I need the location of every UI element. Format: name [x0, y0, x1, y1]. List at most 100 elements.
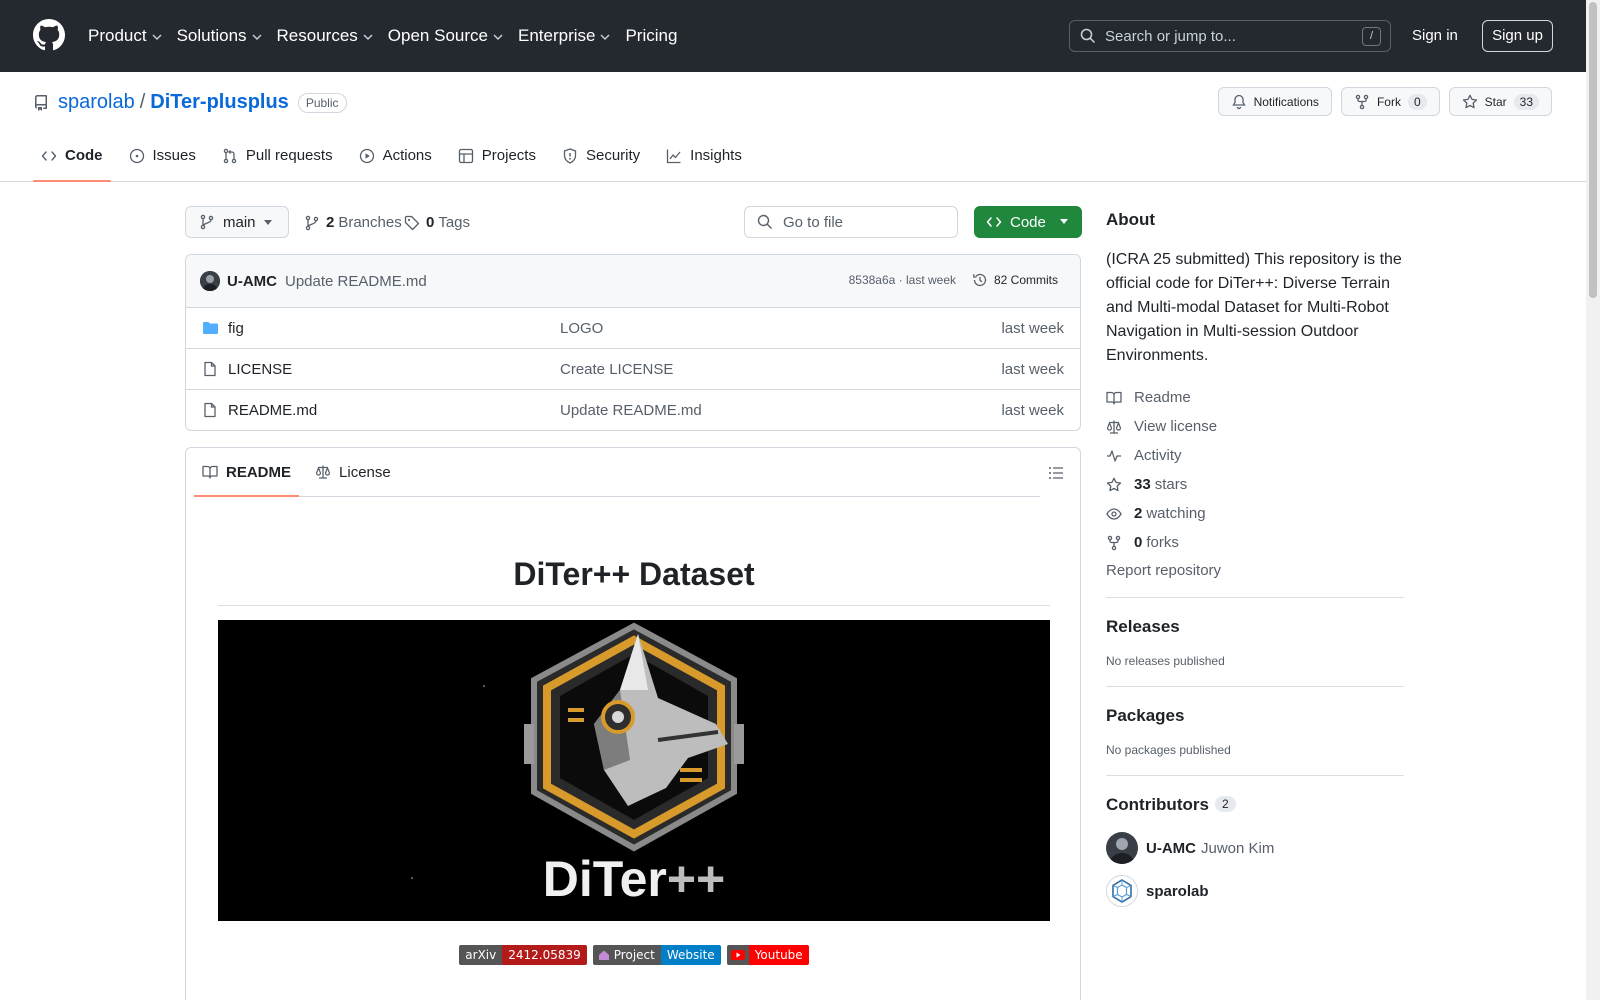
license-tab[interactable]: License: [307, 448, 399, 496]
arxiv-badge[interactable]: arXiv 2412.05839: [459, 945, 587, 965]
logo-wordmark-suffix: ++: [666, 851, 726, 907]
avatar: [1106, 832, 1138, 864]
book-icon: [1106, 391, 1122, 405]
branches-link[interactable]: 2 Branches: [304, 214, 402, 231]
graph-icon: [667, 149, 681, 164]
tab-insights[interactable]: Insights: [658, 138, 750, 182]
watching-link[interactable]: 2 watching: [1106, 499, 1404, 528]
file-name[interactable]: README.md: [228, 402, 317, 419]
star-count: 33: [1513, 93, 1539, 110]
readme-link[interactable]: Readme: [1106, 383, 1404, 412]
releases-heading[interactable]: Releases: [1106, 617, 1404, 637]
releases-section: Releases No releases published: [1106, 597, 1404, 668]
tab-label: Insights: [690, 147, 742, 164]
nav-resources[interactable]: Resources: [277, 26, 373, 46]
repo-sidebar: About (ICRA 25 submitted) This repositor…: [1106, 210, 1404, 907]
project-website-badge[interactable]: Project Website: [592, 945, 721, 965]
law-icon: [1106, 420, 1122, 434]
repo-tabs: Code Issues Pull requests Actions Projec…: [33, 138, 760, 182]
file-commit-message[interactable]: LOGO: [560, 320, 603, 337]
logo-wordmark: DiTer++: [218, 850, 1050, 908]
badge-left: arXiv: [459, 945, 503, 965]
play-icon: [359, 148, 374, 164]
file-row[interactable]: fig LOGO last week: [186, 308, 1080, 349]
watching-count: 2: [1134, 505, 1143, 522]
report-repository-link[interactable]: Report repository: [1106, 562, 1404, 579]
branch-selector[interactable]: main: [185, 206, 289, 238]
tab-security[interactable]: Security: [554, 138, 648, 182]
fork-button[interactable]: Fork 0: [1340, 87, 1440, 116]
chevron-down-icon: [600, 34, 610, 40]
tab-actions[interactable]: Actions: [351, 138, 440, 182]
sign-in-link[interactable]: Sign in: [1412, 27, 1458, 44]
code-button-label: Code: [1010, 213, 1046, 231]
scrollbar-thumb[interactable]: [1589, 2, 1597, 298]
file-row[interactable]: LICENSE Create LICENSE last week: [186, 349, 1080, 390]
stars-link[interactable]: 33 stars: [1106, 470, 1404, 499]
fork-label: Fork: [1376, 94, 1401, 109]
view-license-link[interactable]: View license: [1106, 412, 1404, 441]
go-to-file-input[interactable]: Go to file: [744, 206, 958, 238]
global-search-input[interactable]: Search or jump to... /: [1069, 20, 1391, 52]
nav-open-source[interactable]: Open Source: [388, 26, 503, 46]
badge-right: 2412.05839: [502, 945, 587, 965]
repo-title: sparolab / DiTer-plusplus Public: [33, 91, 347, 114]
contributor-item[interactable]: U-AMC Juwon Kim: [1106, 832, 1404, 864]
star-button[interactable]: Star 33: [1448, 87, 1552, 116]
file-row[interactable]: README.md Update README.md last week: [186, 390, 1080, 430]
sign-up-button[interactable]: Sign up: [1482, 20, 1553, 52]
repo-name-link[interactable]: DiTer-plusplus: [150, 91, 289, 114]
table-of-contents-icon[interactable]: [1048, 465, 1064, 481]
latest-commit-bar: U-AMC Update README.md 8538a6a · last we…: [186, 255, 1080, 308]
tab-code[interactable]: Code: [33, 138, 111, 182]
activity-link[interactable]: Activity: [1106, 441, 1404, 470]
file-icon: [204, 361, 216, 377]
tags-link[interactable]: 0 Tags: [404, 214, 470, 231]
page-scrollbar[interactable]: [1586, 0, 1600, 1000]
branch-icon: [305, 215, 319, 230]
packages-heading[interactable]: Packages: [1106, 706, 1404, 726]
nav-solutions[interactable]: Solutions: [177, 26, 262, 46]
repo-owner-link[interactable]: sparolab: [58, 91, 135, 114]
readme-badges: arXiv 2412.05839 Project Website Youtube: [186, 945, 1080, 965]
avatar: [1106, 875, 1138, 907]
commit-author[interactable]: U-AMC: [227, 273, 277, 290]
github-logo-icon[interactable]: [33, 19, 65, 51]
notifications-button[interactable]: Notifications: [1217, 87, 1332, 116]
nav-product[interactable]: Product: [88, 26, 162, 46]
law-icon: [315, 465, 331, 479]
badge-left-wrap: [726, 945, 749, 965]
contributor-item[interactable]: sparolab: [1106, 875, 1404, 907]
nav-label: Product: [88, 26, 147, 45]
tab-issues[interactable]: Issues: [121, 138, 204, 182]
tab-pull-requests[interactable]: Pull requests: [214, 138, 341, 182]
branch-name: main: [223, 213, 256, 231]
tab-projects[interactable]: Projects: [450, 138, 544, 182]
packages-section: Packages No packages published: [1106, 686, 1404, 757]
fork-count: 0: [1407, 93, 1427, 110]
file-icon: [204, 402, 216, 418]
logo-wordmark-main: DiTer: [542, 851, 667, 907]
commit-message[interactable]: Update README.md: [285, 273, 427, 290]
contributors-heading[interactable]: Contributors 2: [1106, 795, 1404, 815]
file-commit-message[interactable]: Create LICENSE: [560, 361, 673, 378]
file-commit-date: last week: [1001, 320, 1064, 337]
forks-link[interactable]: 0 forks: [1106, 528, 1404, 557]
nav-enterprise[interactable]: Enterprise: [518, 26, 610, 46]
commit-sha-time[interactable]: 8538a6a · last week: [849, 273, 956, 287]
dataset-logo-image: DiTer++: [218, 620, 1050, 921]
readme-panel: README License DiTer++ Dataset DiTer++ a…: [185, 447, 1081, 1000]
file-name[interactable]: LICENSE: [228, 361, 292, 378]
code-dropdown-button[interactable]: Code: [974, 206, 1082, 238]
forks-label: forks: [1146, 534, 1179, 551]
youtube-badge[interactable]: Youtube: [726, 945, 809, 965]
commits-link[interactable]: 82 Commits: [972, 272, 1058, 288]
author-avatar[interactable]: [200, 271, 220, 291]
badge-right: Youtube: [748, 945, 809, 965]
bell-icon: [1231, 94, 1246, 109]
file-commit-message[interactable]: Update README.md: [560, 402, 702, 419]
file-name[interactable]: fig: [228, 320, 244, 337]
pull-request-icon: [223, 148, 237, 164]
readme-tab[interactable]: README: [194, 448, 300, 497]
nav-pricing[interactable]: Pricing: [625, 26, 677, 46]
